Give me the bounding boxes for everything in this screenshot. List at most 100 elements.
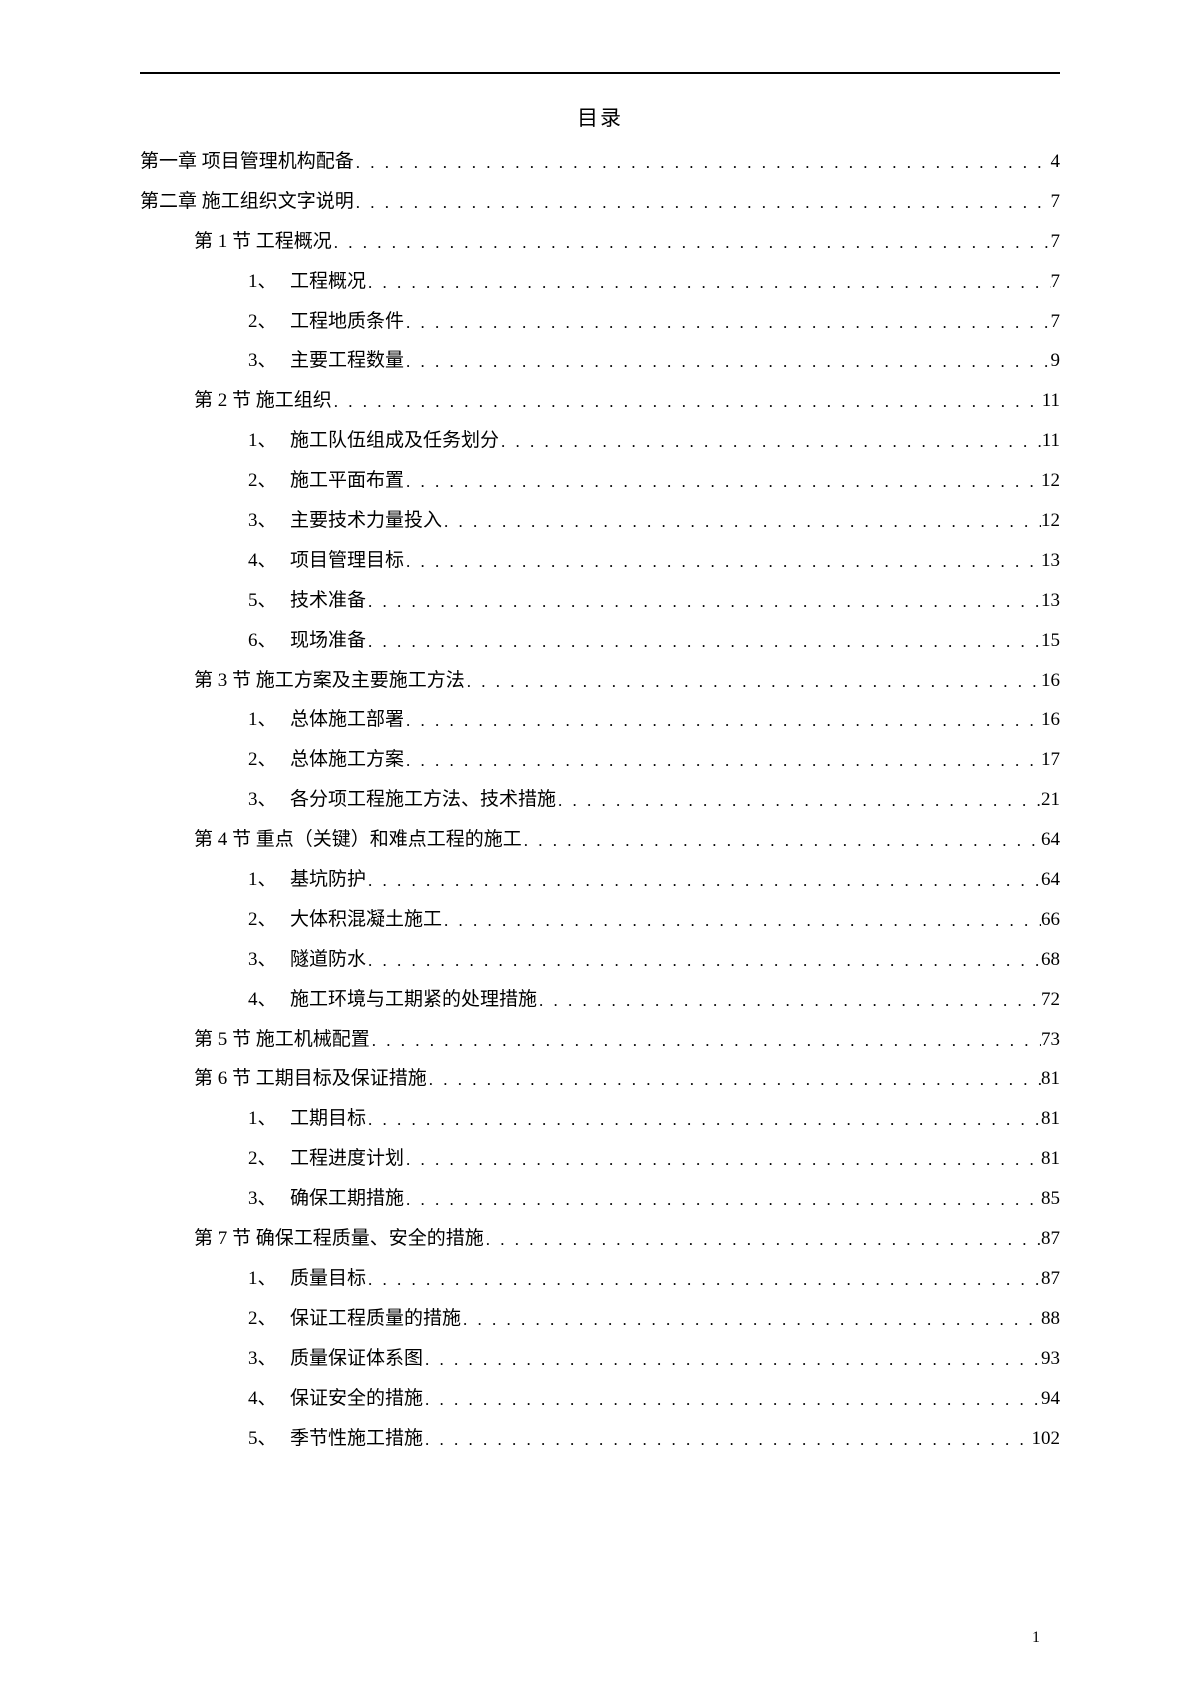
- toc-entry-page: 81: [1041, 1059, 1060, 1099]
- toc-entry: 5、季节性施工措施. . . . . . . . . . . . . . . .…: [140, 1419, 1060, 1459]
- toc-entry-page: 7: [1051, 182, 1061, 222]
- toc-entry-label: 4、施工环境与工期紧的处理措施: [248, 980, 537, 1020]
- toc-entry-label: 1、工程概况: [248, 262, 366, 302]
- toc-entry-text: 现场准备: [290, 630, 366, 651]
- toc-entry-label: 2、工程进度计划: [248, 1139, 404, 1179]
- toc-entry-text: 第 2 节 施工组织: [194, 390, 332, 411]
- toc-title: 目录: [140, 102, 1060, 132]
- toc-entry: 6、现场准备. . . . . . . . . . . . . . . . . …: [140, 621, 1060, 661]
- toc-entry-text: 工程进度计划: [290, 1148, 404, 1169]
- toc-entry-page: 21: [1041, 780, 1060, 820]
- toc-leader-dots: . . . . . . . . . . . . . . . . . . . . …: [366, 265, 1050, 301]
- toc-leader-dots: . . . . . . . . . . . . . . . . . . . . …: [465, 664, 1041, 700]
- toc-entry-text: 主要工程数量: [290, 350, 404, 371]
- toc-entry: 第 7 节 确保工程质量、安全的措施. . . . . . . . . . . …: [140, 1219, 1060, 1259]
- toc-entry-label: 第 3 节 施工方案及主要施工方法: [194, 661, 465, 701]
- toc-entry-label: 第 7 节 确保工程质量、安全的措施: [194, 1219, 484, 1259]
- toc-entry-text: 质量保证体系图: [290, 1348, 423, 1369]
- toc-entry-text: 第二章 施工组织文字说明: [140, 191, 354, 212]
- toc-entry-text: 施工队伍组成及任务划分: [290, 430, 499, 451]
- toc-entry-label: 第 6 节 工期目标及保证措施: [194, 1059, 427, 1099]
- toc-entry-text: 总体施工部署: [290, 709, 404, 730]
- toc-entry: 1、基坑防护. . . . . . . . . . . . . . . . . …: [140, 860, 1060, 900]
- toc-entry-page: 72: [1041, 980, 1060, 1020]
- toc-leader-dots: . . . . . . . . . . . . . . . . . . . . …: [404, 703, 1041, 739]
- toc-entry-number: 1、: [248, 1099, 290, 1139]
- toc-entry-label: 第 5 节 施工机械配置: [194, 1020, 370, 1060]
- toc-leader-dots: . . . . . . . . . . . . . . . . . . . . …: [366, 1102, 1041, 1138]
- toc-entry-text: 保证工程质量的措施: [290, 1308, 461, 1329]
- toc-entry-number: 1、: [248, 700, 290, 740]
- toc-entry-number: 1、: [248, 421, 290, 461]
- toc-entry: 3、主要工程数量. . . . . . . . . . . . . . . . …: [140, 341, 1060, 381]
- table-of-contents: 第一章 项目管理机构配备 . . . . . . . . . . . . . . …: [140, 142, 1060, 1458]
- toc-entry-label: 3、确保工期措施: [248, 1179, 404, 1219]
- toc-entry-number: 1、: [248, 1259, 290, 1299]
- toc-entry: 4、保证安全的措施. . . . . . . . . . . . . . . .…: [140, 1379, 1060, 1419]
- toc-entry: 2、保证工程质量的措施. . . . . . . . . . . . . . .…: [140, 1299, 1060, 1339]
- toc-entry-text: 第 1 节 工程概况: [194, 231, 332, 252]
- toc-leader-dots: . . . . . . . . . . . . . . . . . . . . …: [404, 464, 1041, 500]
- toc-entry: 第 6 节 工期目标及保证措施. . . . . . . . . . . . .…: [140, 1059, 1060, 1099]
- toc-entry-number: 2、: [248, 900, 290, 940]
- toc-entry-text: 第 6 节 工期目标及保证措施: [194, 1068, 427, 1089]
- toc-entry: 1、总体施工部署. . . . . . . . . . . . . . . . …: [140, 700, 1060, 740]
- toc-entry-text: 各分项工程施工方法、技术措施: [290, 789, 556, 810]
- toc-entry-text: 第 7 节 确保工程质量、安全的措施: [194, 1228, 484, 1249]
- toc-entry-label: 3、隧道防水: [248, 940, 366, 980]
- toc-entry-text: 工程概况: [290, 271, 366, 292]
- toc-entry-number: 2、: [248, 302, 290, 342]
- toc-entry: 第二章 施工组织文字说明. . . . . . . . . . . . . . …: [140, 182, 1060, 222]
- toc-entry-page: 93: [1041, 1339, 1060, 1379]
- toc-leader-dots: . . . . . . . . . . . . . . . . . . . . …: [404, 1142, 1041, 1178]
- toc-entry-text: 第 5 节 施工机械配置: [194, 1029, 370, 1050]
- toc-leader-dots: . . . . . . . . . . . . . . . . . . . . …: [442, 903, 1041, 939]
- toc-entry: 1、工期目标. . . . . . . . . . . . . . . . . …: [140, 1099, 1060, 1139]
- toc-entry-number: 1、: [248, 262, 290, 302]
- toc-entry-page: 7: [1051, 302, 1061, 342]
- toc-entry-number: 4、: [248, 541, 290, 581]
- toc-entry: 3、质量保证体系图. . . . . . . . . . . . . . . .…: [140, 1339, 1060, 1379]
- toc-entry-page: 87: [1041, 1219, 1060, 1259]
- toc-entry-label: 1、基坑防护: [248, 860, 366, 900]
- toc-entry-page: 12: [1041, 461, 1060, 501]
- toc-entry-page: 64: [1041, 860, 1060, 900]
- toc-entry-page: 64: [1041, 820, 1060, 860]
- toc-entry-text: 基坑防护: [290, 869, 366, 890]
- toc-leader-dots: . . . . . . . . . . . . . . . . . . . . …: [404, 344, 1050, 380]
- toc-entry-text: 第一章 项目管理机构配备: [140, 151, 354, 172]
- toc-entry: 3、确保工期措施. . . . . . . . . . . . . . . . …: [140, 1179, 1060, 1219]
- toc-entry-label: 2、保证工程质量的措施: [248, 1299, 461, 1339]
- toc-entry-page: 17: [1041, 740, 1060, 780]
- toc-entry-label: 2、施工平面布置: [248, 461, 404, 501]
- toc-leader-dots: . . . . . . . . . . . . . . . . . . . . …: [366, 863, 1041, 899]
- toc-entry-text: 技术准备: [290, 590, 366, 611]
- toc-entry-page: 13: [1041, 581, 1060, 621]
- toc-entry-page: 81: [1041, 1099, 1060, 1139]
- toc-entry-label: 第 1 节 工程概况: [194, 222, 332, 262]
- toc-entry-label: 3、各分项工程施工方法、技术措施: [248, 780, 556, 820]
- toc-entry: 第 4 节 重点（关键）和难点工程的施工. . . . . . . . . . …: [140, 820, 1060, 860]
- toc-entry-label: 3、质量保证体系图: [248, 1339, 423, 1379]
- toc-entry-label: 第一章 项目管理机构配备: [140, 142, 354, 182]
- toc-entry-text: 第 3 节 施工方案及主要施工方法: [194, 670, 465, 691]
- toc-entry: 第一章 项目管理机构配备. . . . . . . . . . . . . . …: [140, 142, 1060, 182]
- toc-entry: 第 3 节 施工方案及主要施工方法. . . . . . . . . . . .…: [140, 661, 1060, 701]
- toc-entry: 1、施工队伍组成及任务划分. . . . . . . . . . . . . .…: [140, 421, 1060, 461]
- toc-entry-label: 第 4 节 重点（关键）和难点工程的施工: [194, 820, 522, 860]
- toc-entry-text: 施工环境与工期紧的处理措施: [290, 989, 537, 1010]
- toc-entry-page: 15: [1041, 621, 1060, 661]
- toc-entry-page: 81: [1041, 1139, 1060, 1179]
- toc-entry-label: 1、总体施工部署: [248, 700, 404, 740]
- toc-entry-number: 4、: [248, 980, 290, 1020]
- toc-entry-number: 3、: [248, 501, 290, 541]
- toc-entry-page: 7: [1051, 262, 1061, 302]
- toc-leader-dots: . . . . . . . . . . . . . . . . . . . . …: [537, 983, 1041, 1019]
- toc-entry-page: 85: [1041, 1179, 1060, 1219]
- toc-entry-label: 1、施工队伍组成及任务划分: [248, 421, 499, 461]
- toc-entry-page: 11: [1042, 421, 1060, 461]
- toc-entry-number: 5、: [248, 1419, 290, 1459]
- divider-top: [140, 72, 1060, 74]
- toc-leader-dots: . . . . . . . . . . . . . . . . . . . . …: [423, 1422, 1031, 1458]
- page-number: 1: [1032, 1629, 1040, 1647]
